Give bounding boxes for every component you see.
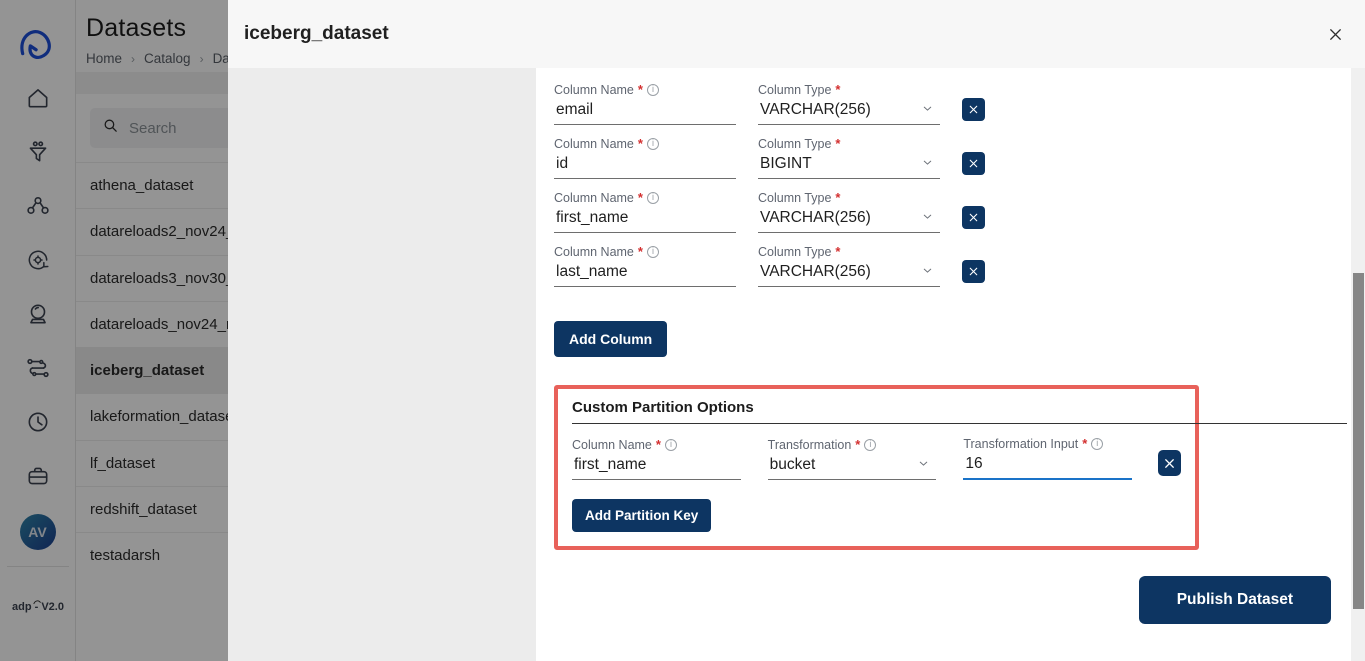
remove-partition-key-button[interactable] bbox=[1158, 450, 1182, 476]
column-name-field: Column Name * i bbox=[554, 82, 736, 125]
label-text: Column Name bbox=[554, 136, 634, 151]
add-partition-key-button[interactable]: Add Partition Key bbox=[572, 499, 712, 532]
modal-body: Column Name*iColumn Type*Column Name*iCo… bbox=[228, 68, 1365, 661]
info-icon[interactable]: i bbox=[664, 438, 677, 451]
form-inner: Column Name*iColumn Type*Column Name*iCo… bbox=[536, 82, 1365, 624]
partition-transformation-select[interactable] bbox=[767, 454, 937, 480]
column-definition-row: Column Name*iColumn Type* bbox=[554, 136, 1347, 179]
partition-section-title: Custom Partition Options bbox=[572, 399, 754, 416]
partition-transformation-input[interactable] bbox=[963, 453, 1133, 480]
partition-transformation-field: Transformation * i bbox=[767, 437, 937, 480]
required-marker: * bbox=[637, 136, 643, 151]
column-definition-row: Column Name*iColumn Type* bbox=[554, 244, 1347, 287]
partition-title-divider bbox=[572, 423, 1347, 424]
required-marker: * bbox=[655, 437, 661, 452]
column-type-label: Column Type * bbox=[758, 190, 940, 205]
modal-header: iceberg_dataset bbox=[228, 0, 1365, 68]
column-name-field: Column Name * i bbox=[554, 136, 736, 179]
remove-column-button[interactable] bbox=[962, 206, 985, 229]
label-text: Column Name bbox=[572, 437, 652, 452]
column-type-label: Column Type * bbox=[758, 244, 940, 259]
column-definition-row: Column Name*iColumn Type* bbox=[554, 190, 1347, 233]
required-marker: * bbox=[637, 244, 643, 259]
partition-column-name-input[interactable] bbox=[572, 454, 741, 480]
column-type-select[interactable] bbox=[758, 153, 940, 179]
column-type-select[interactable] bbox=[758, 261, 940, 287]
column-name-label: Column Name * i bbox=[554, 190, 736, 205]
column-type-label: Column Type * bbox=[758, 82, 940, 97]
info-icon[interactable]: i bbox=[864, 438, 877, 451]
column-type-field: Column Type * bbox=[758, 244, 940, 287]
label-text: Transformation bbox=[767, 437, 852, 452]
column-definition-row: Column Name*iColumn Type* bbox=[554, 82, 1347, 125]
info-icon[interactable]: i bbox=[646, 245, 659, 258]
label-text: Column Name bbox=[554, 190, 634, 205]
label-text: Transformation Input bbox=[963, 436, 1079, 451]
modal-title: iceberg_dataset bbox=[244, 23, 389, 44]
column-type-field: Column Type * bbox=[758, 82, 940, 125]
column-name-field: Column Name * i bbox=[554, 244, 736, 287]
column-name-input[interactable] bbox=[554, 207, 736, 233]
partition-column-name-field: Column Name * i bbox=[572, 437, 741, 480]
form-scrollbar-track[interactable] bbox=[1351, 68, 1365, 661]
custom-partition-options-section: Custom Partition Options Column Name * i bbox=[554, 385, 1347, 550]
form-scrollbar-thumb[interactable] bbox=[1353, 273, 1364, 609]
label-text: Column Name bbox=[554, 82, 634, 97]
column-name-label: Column Name * i bbox=[554, 136, 736, 151]
info-icon[interactable]: i bbox=[646, 83, 659, 96]
label-text: Column Type bbox=[758, 190, 832, 205]
column-type-select[interactable] bbox=[758, 99, 940, 125]
column-type-select[interactable] bbox=[758, 207, 940, 233]
required-marker: * bbox=[855, 437, 861, 452]
column-type-field: Column Type * bbox=[758, 136, 940, 179]
column-name-input[interactable] bbox=[554, 99, 736, 125]
label-text: Column Type bbox=[758, 136, 832, 151]
column-name-input[interactable] bbox=[554, 153, 736, 179]
add-column-button[interactable]: Add Column bbox=[554, 321, 668, 357]
required-marker: * bbox=[637, 82, 643, 97]
required-marker: * bbox=[835, 244, 841, 259]
column-definition-rows: Column Name*iColumn Type*Column Name*iCo… bbox=[554, 82, 1347, 287]
required-marker: * bbox=[637, 190, 643, 205]
column-name-field: Column Name * i bbox=[554, 190, 736, 233]
remove-column-button[interactable] bbox=[962, 98, 985, 121]
dataset-modal: iceberg_dataset Column Name*iColumn Type… bbox=[228, 0, 1365, 661]
partition-transformation-input-label: Transformation Input * i bbox=[963, 436, 1132, 451]
required-marker: * bbox=[835, 190, 841, 205]
info-icon[interactable]: i bbox=[646, 191, 659, 204]
column-name-label: Column Name * i bbox=[554, 82, 736, 97]
required-marker: * bbox=[1082, 436, 1088, 451]
close-icon[interactable] bbox=[1323, 22, 1347, 46]
column-name-label: Column Name * i bbox=[554, 244, 736, 259]
partition-column-name-label: Column Name * i bbox=[572, 437, 741, 452]
label-text: Column Type bbox=[758, 82, 832, 97]
publish-dataset-button[interactable]: Publish Dataset bbox=[1138, 576, 1331, 624]
column-type-label: Column Type * bbox=[758, 136, 940, 151]
info-icon[interactable]: i bbox=[1091, 437, 1104, 450]
label-text: Column Name bbox=[554, 244, 634, 259]
publish-row: Publish Dataset bbox=[554, 550, 1347, 624]
column-type-field: Column Type * bbox=[758, 190, 940, 233]
partition-transformation-label: Transformation * i bbox=[768, 437, 937, 452]
modal-left-pane bbox=[228, 68, 536, 661]
partition-key-row: Column Name * i Transformation * i bbox=[572, 436, 1182, 480]
dataset-form-pane: Column Name*iColumn Type*Column Name*iCo… bbox=[536, 68, 1365, 661]
partition-transformation-input-field: Transformation Input * i bbox=[963, 436, 1133, 480]
required-marker: * bbox=[835, 136, 841, 151]
label-text: Column Type bbox=[758, 244, 832, 259]
column-name-input[interactable] bbox=[554, 261, 736, 287]
required-marker: * bbox=[835, 82, 841, 97]
remove-column-button[interactable] bbox=[962, 152, 985, 175]
info-icon[interactable]: i bbox=[646, 137, 659, 150]
remove-column-button[interactable] bbox=[962, 260, 985, 283]
